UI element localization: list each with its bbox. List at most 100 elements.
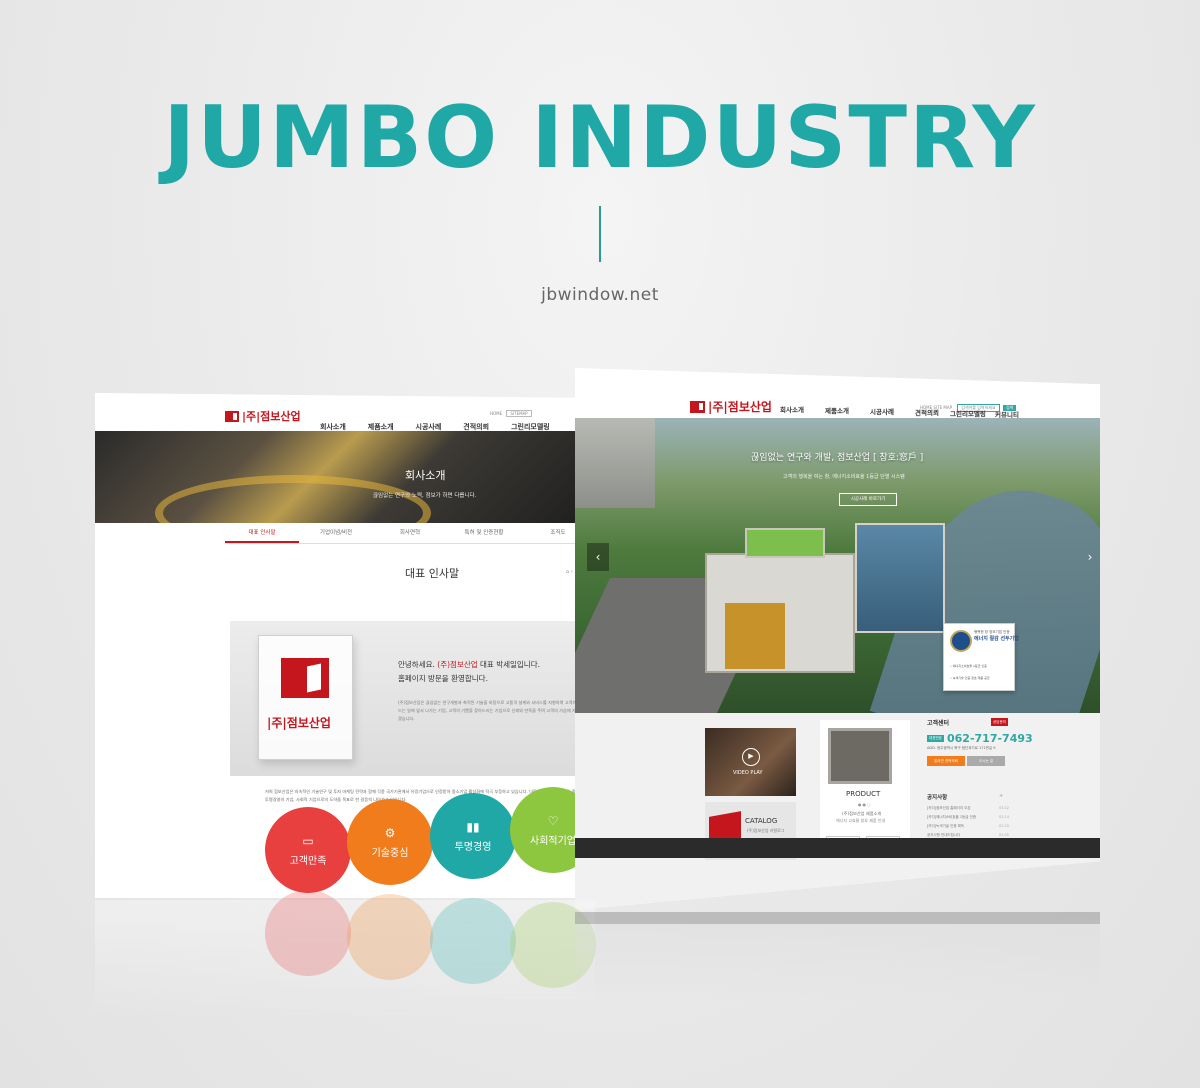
heart-icon: ♡ [547,813,559,828]
greeting-box: |주|점보산업 안녕하세요. (주)점보산업 대표 박세일입니다. 홈페이지 방… [230,621,595,776]
carousel-dots[interactable]: ●●○ [858,802,871,807]
left-mockup-reflection [95,890,596,1020]
nav-item[interactable]: 시공사례 [870,406,894,416]
banner-title: JUMBO INDUSTRY [163,88,1037,188]
directions-button[interactable]: 오시는 길 [967,756,1005,766]
value-label: 기술중심 [371,847,409,859]
cs-phone[interactable]: 062-717-7493 [947,732,1033,745]
value-label: 사회적기업 [530,835,576,847]
right-site-mockup: |주|점보산업 HOME SITE MAP 검색어를 입력하세요 검색 회사소개… [575,368,1100,910]
greeting-line-1: 안녕하세요. (주)점보산업 대표 박세일입니다. [398,659,540,670]
product-description: 에너지 고효율 창호 제품 안내 [836,818,886,823]
right-site-logo[interactable]: |주|점보산업 [690,398,772,415]
notice-text: [카다]녹색기술 인증 획득 [927,824,965,828]
certification-badge: 행복한 창 창조기업 인증 에너지 절감 선두기업 • 에너지소비효율 1등급 … [943,623,1019,691]
left-util-links: HOME SITEMAP [490,410,532,417]
catalog-title: CATALOG [745,817,778,825]
gear-icon: ⚙ [384,825,396,840]
catalog-subtitle: (주)점보산업 카탈로그 [747,828,785,833]
value-label: 투명경영 [454,841,492,853]
reflection-circle [265,890,351,976]
value-circle-transparency[interactable]: ▮▮ 투명경영 [430,793,516,879]
plaque-text: |주|점보산업 [267,716,331,730]
left-site-mockup: |주|점보산업 HOME SITEMAP 회사소개 제품소개 시공사례 견적의뢰… [95,393,595,898]
hero-title: 회사소개 [405,469,446,482]
play-icon[interactable]: ▶ [742,748,760,766]
greeting-suffix: 대표 박세일입니다. [477,660,540,669]
hero-cta-button[interactable]: 시공사례 바로가기 [839,493,897,506]
notice-item[interactable]: [카다]에너지소비효율 1등급 인증 02.14 [927,815,1009,820]
value-circle-technology[interactable]: ⚙ 기술중심 [347,799,433,885]
logo-mark-icon [281,658,329,698]
cs-tag: 대표번호 [927,735,944,742]
tab-vision[interactable]: 기업이념/비전 [299,524,373,543]
notice-date: 02.14 [998,815,1009,819]
window-product-image [828,728,892,784]
notice-more-button[interactable]: + [999,793,1003,799]
notice-date: 01.05 [998,833,1009,837]
product-title: PRODUCT [846,790,881,798]
notice-date: 03.02 [998,806,1009,810]
greeting-prefix: 안녕하세요. [398,660,438,669]
right-hero-banner: 끊임없는 연구와 개발, 점보산업 [ 창호:窓戶 ] 고객의 행복을 여는 창… [575,418,1100,713]
sitemap-link[interactable]: SITEMAP [506,410,532,417]
company-plaque-image: |주|점보산업 [258,635,353,760]
tab-patents[interactable]: 특허 및 인증현황 [447,524,521,543]
left-hero-banner: 회사소개 끊임없는 연구와 노력, 점보가 하면 다릅니다. [95,431,595,523]
banner-url[interactable]: jbwindow.net [0,285,1200,305]
notice-title: 공지사항 [927,795,948,801]
chevron-left-icon[interactable]: ‹ [587,543,609,571]
chart-icon: ▮▮ [466,819,480,834]
product-subtitle: (주)점보산업 제품소개 [842,811,882,816]
badge-top: 행복한 창 창조기업 인증 [974,630,1010,634]
banner-divider [599,206,601,262]
video-label: VIDEO PLAY [733,770,763,776]
footer-bar [575,838,1100,858]
nav-item[interactable]: 회사소개 [780,404,804,414]
right-mockup-reflection [575,912,1100,1002]
video-panel[interactable]: ▶ VIDEO PLAY [705,728,796,796]
tab-history[interactable]: 회사연혁 [373,524,447,543]
estimate-button[interactable]: 온라인 견적의뢰 [927,756,965,766]
home-link[interactable]: HOME [490,411,502,416]
left-site-header: |주|점보산업 HOME SITEMAP 회사소개 제품소개 시공사례 견적의뢰… [95,393,595,431]
hero-subtitle: 고객의 행복을 여는 창, 에너지소비효율 1등급 단열 시스템 [783,474,905,480]
badge-title: 에너지 절감 선두기업 [974,636,1019,642]
reflection-footer [575,912,1100,924]
logo-mark-icon [690,400,705,413]
left-site-logo[interactable]: |주|점보산업 [225,408,301,424]
seal-icon [950,630,972,652]
notice-text: 공지사항 안내드립니다 [927,833,961,837]
nav-item[interactable]: 견적의뢰 [915,407,939,417]
badge-line: • 에너지소비효율 1등급 인증 [950,664,987,668]
reflection-circle [347,894,433,980]
product-panel: PRODUCT ●●○ (주)점보산업 제품소개 에너지 고효율 창호 제품 안… [820,720,910,854]
greeting-line-2: 홈페이지 방문을 환영합니다. [398,674,488,683]
tab-ceo-greeting[interactable]: 대표 인사말 [225,524,299,543]
nav-item[interactable]: 제품소개 [825,405,849,415]
hero-title: 끊임없는 연구와 개발, 점보산업 [ 창호:窓戶 ] [751,453,924,463]
notice-text: [카다]에너지소비효율 1등급 인증 [927,815,977,819]
home-icon[interactable]: ⌂ › [566,569,573,575]
greeting-company: (주)점보산업 [437,660,478,669]
chat-icon: ▭ [302,833,314,848]
hero-subtitle: 끊임없는 연구와 노력, 점보가 하면 다릅니다. [373,493,477,499]
notice-item[interactable]: [카다]녹색기술 인증 획득 01.20 [927,824,1009,829]
notice-text: [카다]점보산업 홈페이지 오픈 [927,806,971,810]
logo-text: |주|점보산업 [708,400,772,414]
greeting-body: (주)점보산업은 끊임없는 연구개발과 축적된 기술을 바탕으로 고품격 설계와… [398,700,595,721]
right-site-header: |주|점보산업 HOME SITE MAP 검색어를 입력하세요 검색 회사소개… [575,368,1100,420]
chevron-right-icon[interactable]: › [1079,543,1100,571]
reflection-circle [430,898,516,984]
logo-mark-icon [225,410,239,422]
cs-badge: 상담문의 [991,718,1008,726]
building-image [705,508,945,678]
section-title: 대표 인사말 [405,567,460,580]
cs-title: 고객센터 [927,720,950,727]
value-circle-customer[interactable]: ▭ 고객만족 [265,807,351,893]
logo-text: |주|점보산업 [242,410,301,423]
sub-tabs: 대표 인사말 기업이념/비전 회사연혁 특허 및 인증현황 조직도 [225,524,595,544]
notice-item[interactable]: [카다]점보산업 홈페이지 오픈 03.02 [927,806,1009,811]
value-label: 고객만족 [289,855,327,867]
nav-item[interactable]: 그린리모델링 [950,408,986,418]
